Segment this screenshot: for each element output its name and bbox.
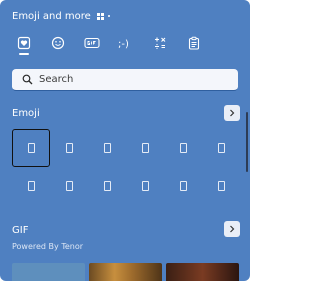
tab-symbols[interactable]: [148, 30, 172, 56]
smiley-icon: [51, 36, 65, 50]
emoji-cell[interactable]: [50, 129, 88, 167]
tab-emoji[interactable]: [46, 30, 70, 56]
gif-section-title: GIF: [12, 225, 29, 236]
search-icon: [22, 74, 33, 85]
missing-glyph-icon: [27, 143, 35, 153]
svg-text:;-): ;-): [118, 39, 129, 50]
emoji-cell[interactable]: [202, 129, 240, 167]
emoji-cell[interactable]: [126, 167, 164, 205]
gif-thumbnail[interactable]: [166, 263, 239, 281]
emoji-cell[interactable]: [126, 129, 164, 167]
emoji-panel: Emoji and more ;-) Search Emoji GIF Powe…: [0, 0, 250, 281]
gif-expand-button[interactable]: [224, 221, 240, 237]
missing-glyph-icon: [141, 143, 149, 153]
gif-thumbnail[interactable]: [89, 263, 162, 281]
more-dot-icon[interactable]: [107, 15, 110, 17]
tile-icon[interactable]: [96, 12, 104, 20]
tab-gif[interactable]: [80, 30, 104, 56]
missing-glyph-icon: [179, 181, 187, 191]
tab-favorites[interactable]: [12, 30, 36, 56]
emoji-cell[interactable]: [202, 167, 240, 205]
missing-glyph-icon: [103, 181, 111, 191]
kaomoji-icon: ;-): [118, 39, 129, 50]
missing-glyph-icon: [217, 143, 225, 153]
emoji-cell[interactable]: [164, 167, 202, 205]
search-input[interactable]: [39, 74, 219, 85]
emoji-cell[interactable]: [12, 129, 50, 167]
gif-thumbnail[interactable]: [12, 263, 85, 281]
emoji-grid: [12, 129, 240, 205]
emoji-cell[interactable]: [164, 129, 202, 167]
missing-glyph-icon: [65, 181, 73, 191]
gif-icon: [84, 37, 100, 49]
emoji-expand-button[interactable]: [224, 105, 240, 121]
chevron-right-icon: [230, 109, 235, 117]
missing-glyph-icon: [103, 143, 111, 153]
emoji-section-title: Emoji: [12, 108, 40, 119]
chevron-right-icon: [230, 225, 235, 233]
tab-kaomoji[interactable]: ;-): [114, 30, 138, 56]
symbols-icon: [155, 37, 166, 49]
missing-glyph-icon: [27, 181, 35, 191]
gif-provider-text: Powered By Tenor: [12, 242, 84, 251]
search-box[interactable]: [12, 69, 238, 91]
missing-glyph-icon: [65, 143, 73, 153]
category-tabs: ;-): [12, 30, 206, 56]
panel-header: Emoji and more: [12, 8, 110, 24]
emoji-cell[interactable]: [12, 167, 50, 205]
tab-clipboard[interactable]: [182, 30, 206, 56]
scrollbar[interactable]: [246, 112, 248, 172]
clipboard-icon: [188, 36, 200, 50]
gif-strip: [12, 263, 240, 281]
missing-glyph-icon: [179, 143, 187, 153]
emoji-cell[interactable]: [88, 167, 126, 205]
missing-glyph-icon: [141, 181, 149, 191]
emoji-cell[interactable]: [50, 167, 88, 205]
missing-glyph-icon: [217, 181, 225, 191]
emoji-cell[interactable]: [88, 129, 126, 167]
heart-icon: [17, 36, 31, 50]
panel-title: Emoji and more: [12, 10, 91, 22]
